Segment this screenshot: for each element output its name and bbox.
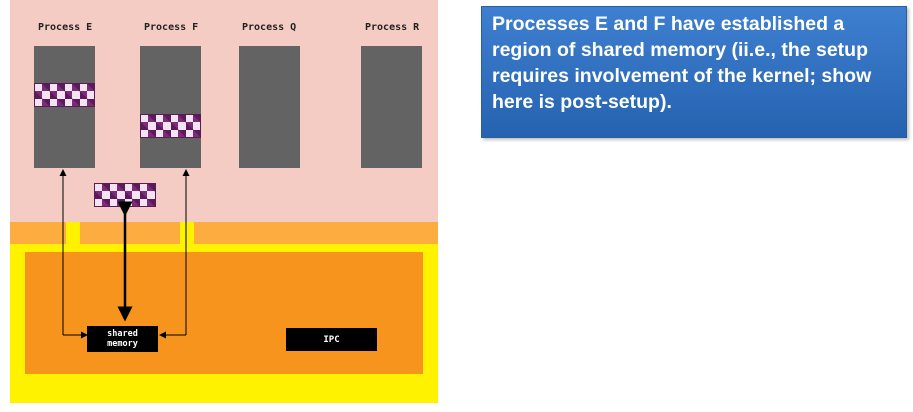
memory-diagram: Process E Process F Process Q Process R … — [10, 0, 438, 403]
shared-memory-line2: memory — [107, 339, 138, 349]
ipc-box: IPC — [286, 328, 377, 351]
shared-memory-line1: shared — [107, 329, 138, 339]
explanation-callout: Processes E and F have established a reg… — [481, 6, 907, 138]
callout-text: Processes E and F have established a reg… — [492, 13, 872, 113]
shared-memory-box: shared memory — [87, 326, 158, 352]
ipc-label: IPC — [323, 334, 340, 345]
